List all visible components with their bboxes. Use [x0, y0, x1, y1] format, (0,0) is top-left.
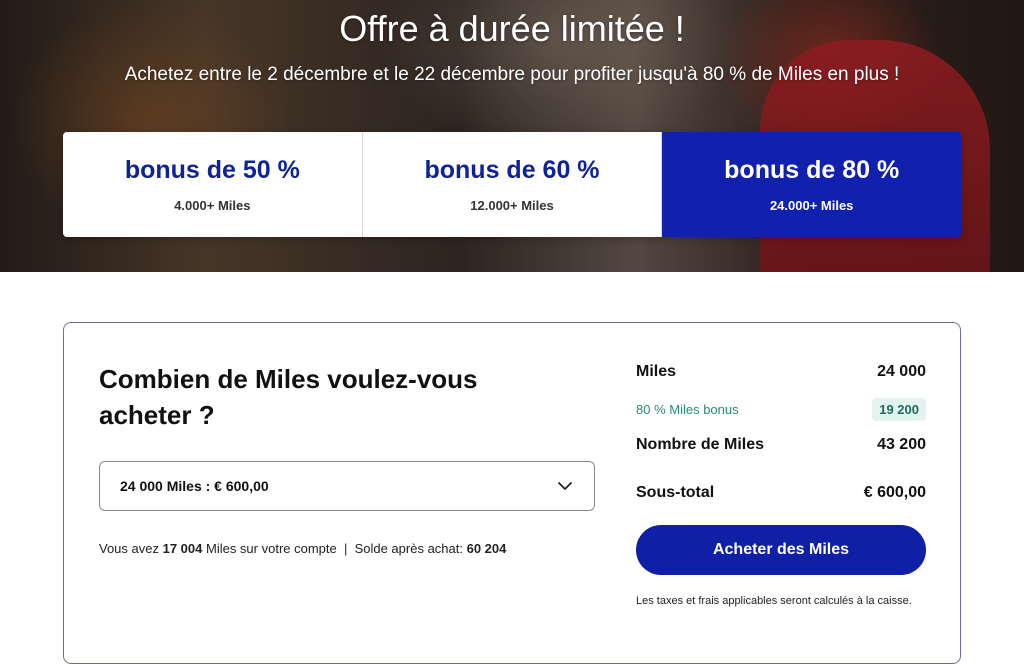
order-summary: Miles 24 000 80 % Miles bonus 19 200 Nom…: [636, 361, 926, 504]
balance-after-purchase: 60 204: [466, 541, 507, 556]
miles-label: Miles: [636, 363, 677, 380]
selected-miles-option: 24 000 Miles : € 600,00: [120, 478, 269, 494]
chevron-down-icon: [558, 482, 572, 490]
tier-label: bonus de 80 %: [724, 156, 900, 184]
bonus-value-badge: 19 200: [872, 397, 926, 421]
balance-info: Vous avez 17 004 Miles sur votre compte …: [99, 541, 506, 556]
subtotal-value: € 600,00: [863, 484, 926, 501]
tier-80[interactable]: bonus de 80 % 24.000+ Miles: [662, 132, 961, 237]
total-miles-label: Nombre de Miles: [636, 436, 765, 453]
promo-hero: Offre à durée limitée ! Achetez entre le…: [0, 0, 1024, 272]
tax-note: Les taxes et frais applicables seront ca…: [636, 595, 912, 607]
miles-row: Miles 24 000: [636, 361, 926, 383]
tier-miles: 24.000+ Miles: [769, 198, 854, 213]
tier-label: bonus de 50 %: [124, 156, 300, 184]
bonus-tiers: bonus de 50 % 4.000+ Miles bonus de 60 %…: [63, 132, 961, 237]
balance-prefix: Vous avez: [99, 541, 163, 556]
balance-middle: Miles sur votre compte | Solde après ach…: [202, 541, 467, 556]
tier-50[interactable]: bonus de 50 % 4.000+ Miles: [63, 132, 363, 237]
tier-60[interactable]: bonus de 60 % 12.000+ Miles: [362, 132, 663, 237]
total-miles-row: Nombre de Miles 43 200: [636, 434, 926, 456]
tier-miles: 12.000+ Miles: [470, 198, 554, 213]
purchase-card: Combien de Miles voulez-vous acheter ? 2…: [63, 322, 961, 664]
current-balance: 17 004: [162, 541, 203, 556]
tier-miles: 4.000+ Miles: [174, 198, 251, 213]
total-miles-value: 43 200: [877, 436, 926, 453]
bonus-label: 80 % Miles bonus: [636, 401, 739, 417]
subtotal-label: Sous-total: [636, 484, 715, 501]
bonus-row: 80 % Miles bonus 19 200: [636, 397, 926, 421]
tier-label: bonus de 60 %: [424, 156, 600, 184]
miles-value: 24 000: [877, 363, 926, 380]
buy-miles-button[interactable]: Acheter des Miles: [636, 525, 926, 575]
subtotal-row: Sous-total € 600,00: [636, 482, 926, 504]
miles-amount-select[interactable]: 24 000 Miles : € 600,00: [99, 461, 595, 511]
hero-title: Offre à durée limitée !: [339, 8, 685, 49]
hero-subtitle: Achetez entre le 2 décembre et le 22 déc…: [124, 64, 900, 85]
purchase-question: Combien de Miles voulez-vous acheter ?: [99, 364, 478, 430]
